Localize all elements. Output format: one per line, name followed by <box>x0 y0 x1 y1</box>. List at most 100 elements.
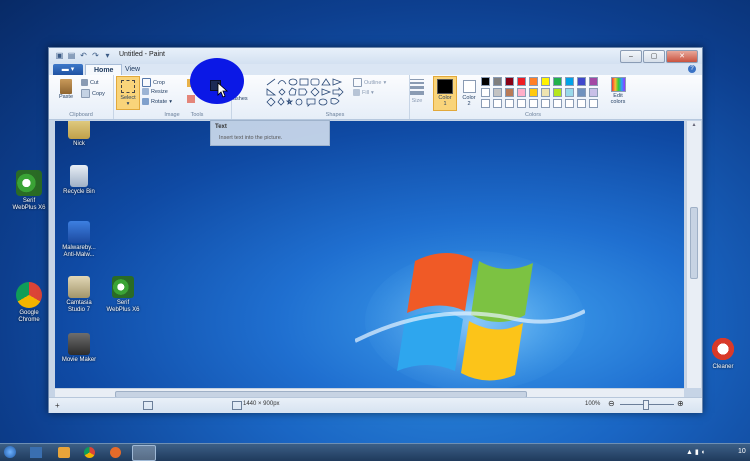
palette-swatch[interactable] <box>541 88 550 97</box>
paste-button[interactable]: Paste <box>55 79 77 100</box>
vertical-scrollbar[interactable]: ▴ <box>686 121 701 388</box>
desktop-icon-label: WebPlus X6 <box>12 205 46 211</box>
maximize-button[interactable]: ▢ <box>643 50 665 63</box>
status-bar: + 1440 × 900px 100% ⊖ ⊕ <box>49 397 702 413</box>
tab-view[interactable]: View <box>117 64 148 75</box>
minimize-button[interactable]: – <box>620 50 642 63</box>
size-button[interactable]: Size <box>406 79 428 104</box>
redo-icon[interactable]: ↷ <box>91 51 100 60</box>
crop-icon <box>142 78 151 87</box>
palette-swatch[interactable] <box>529 77 538 86</box>
palette-swatch[interactable] <box>505 88 514 97</box>
canvas-icon-camtasia: Camtasia Studio 7 <box>57 276 101 314</box>
paint-app-icon[interactable]: ▣ <box>55 51 64 60</box>
help-icon[interactable]: ? <box>688 65 696 73</box>
zoom-slider-thumb[interactable] <box>643 400 649 410</box>
selection-size-icon <box>143 401 153 410</box>
desktop-icon-webplus[interactable]: Serif WebPlus X6 <box>6 170 52 212</box>
edit-colors-button[interactable]: Edit colors <box>605 77 631 105</box>
palette-swatch[interactable] <box>565 77 574 86</box>
desktop-icon-ccleaner[interactable]: Cleaner <box>700 336 746 371</box>
tooltip-description: Insert text into the picture. <box>219 135 283 141</box>
fill-icon <box>353 89 360 96</box>
palette-swatch[interactable] <box>529 88 538 97</box>
canvas-icon-recycle-bin: Recycle Bin <box>57 165 101 196</box>
color2-button[interactable]: Color 2 <box>458 77 480 107</box>
canvas-icon-label: Movie Maker <box>61 357 97 363</box>
palette-swatch[interactable] <box>529 99 538 108</box>
start-button[interactable] <box>4 446 16 458</box>
quick-access-toolbar: ▣ ▤ ↶ ↷ ▾ <box>55 51 112 60</box>
image-dimensions: 1440 × 900px <box>243 401 280 407</box>
palette-swatch[interactable] <box>481 77 490 86</box>
palette-swatch[interactable] <box>553 88 562 97</box>
palette-swatch[interactable] <box>505 99 514 108</box>
clock: 10 <box>738 448 746 455</box>
close-button[interactable]: ✕ <box>666 50 698 63</box>
drawing-canvas[interactable]: Nick Recycle Bin Malwareby... Anti-Malw.… <box>55 121 684 388</box>
mouse-cursor-icon <box>217 82 229 98</box>
fill-button[interactable]: Fill ▾ <box>353 89 374 96</box>
palette-swatch[interactable] <box>589 77 598 86</box>
undo-icon[interactable]: ↶ <box>79 51 88 60</box>
zoom-in-icon[interactable]: ⊕ <box>677 399 684 408</box>
palette-swatch[interactable] <box>517 99 526 108</box>
save-icon[interactable]: ▤ <box>67 51 76 60</box>
copy-button[interactable]: Copy <box>81 89 105 98</box>
palette-swatch[interactable] <box>565 99 574 108</box>
taskbar-chrome-icon[interactable] <box>84 447 95 458</box>
select-button[interactable]: Select ▾ <box>116 76 140 110</box>
paint-menu-button[interactable]: ▬ ▾ <box>53 64 83 75</box>
color-palette <box>481 77 603 111</box>
zoom-out-icon[interactable]: ⊖ <box>608 399 615 408</box>
canvas-icon-nick: Nick <box>57 121 101 148</box>
zoom-level: 100% <box>585 401 601 407</box>
vertical-scroll-thumb[interactable] <box>690 207 698 279</box>
color1-button[interactable]: Color 1 <box>433 76 457 111</box>
palette-swatch[interactable] <box>541 99 550 108</box>
palette-swatch[interactable] <box>493 77 502 86</box>
palette-swatch[interactable] <box>553 77 562 86</box>
customize-qat-icon[interactable]: ▾ <box>103 51 112 60</box>
group-label: Shapes <box>325 112 345 118</box>
palette-swatch[interactable] <box>577 99 586 108</box>
canvas-icon-label: Camtasia <box>66 300 92 306</box>
tray-icons: ▲ ▮ ◖ <box>686 449 705 456</box>
group-label: Colors <box>525 112 541 118</box>
chrome-icon <box>16 282 42 308</box>
shapes-gallery[interactable] <box>265 77 347 107</box>
palette-swatch[interactable] <box>505 77 514 86</box>
crop-label: Crop <box>153 79 165 86</box>
rotate-button[interactable]: Rotate ▾ <box>142 98 172 105</box>
palette-swatch[interactable] <box>481 99 490 108</box>
crop-button[interactable]: Crop <box>142 78 165 87</box>
taskbar-explorer-icon[interactable] <box>30 447 42 458</box>
color1-swatch <box>437 79 453 94</box>
size-label: Size <box>411 98 423 104</box>
eraser-icon[interactable] <box>187 95 195 103</box>
palette-swatch[interactable] <box>565 88 574 97</box>
palette-swatch[interactable] <box>517 77 526 86</box>
palette-swatch[interactable] <box>493 88 502 97</box>
palette-swatch[interactable] <box>589 88 598 97</box>
palette-swatch[interactable] <box>481 88 490 97</box>
palette-swatch[interactable] <box>517 88 526 97</box>
palette-swatch[interactable] <box>541 77 550 86</box>
color1-number: 1 <box>443 101 447 107</box>
desktop-icon-label: Serif <box>22 198 36 204</box>
resize-button[interactable]: Resize <box>142 88 168 95</box>
group-label: Clipboard <box>69 112 93 118</box>
outline-button[interactable]: Outline ▾ <box>353 78 386 87</box>
palette-swatch[interactable] <box>493 99 502 108</box>
taskbar-firefox-icon[interactable] <box>110 447 121 458</box>
cut-button[interactable]: Cut <box>81 79 99 86</box>
palette-swatch[interactable] <box>577 88 586 97</box>
taskbar-folder-icon[interactable] <box>58 447 70 458</box>
scroll-up-icon[interactable]: ▴ <box>687 121 701 128</box>
palette-swatch[interactable] <box>553 99 562 108</box>
palette-swatch[interactable] <box>589 99 598 108</box>
palette-swatch[interactable] <box>577 77 586 86</box>
desktop-icon-chrome[interactable]: Google Chrome <box>6 282 52 324</box>
taskbar-paint-button[interactable] <box>132 445 156 461</box>
desktop-icon-label: Cleaner <box>712 364 734 370</box>
